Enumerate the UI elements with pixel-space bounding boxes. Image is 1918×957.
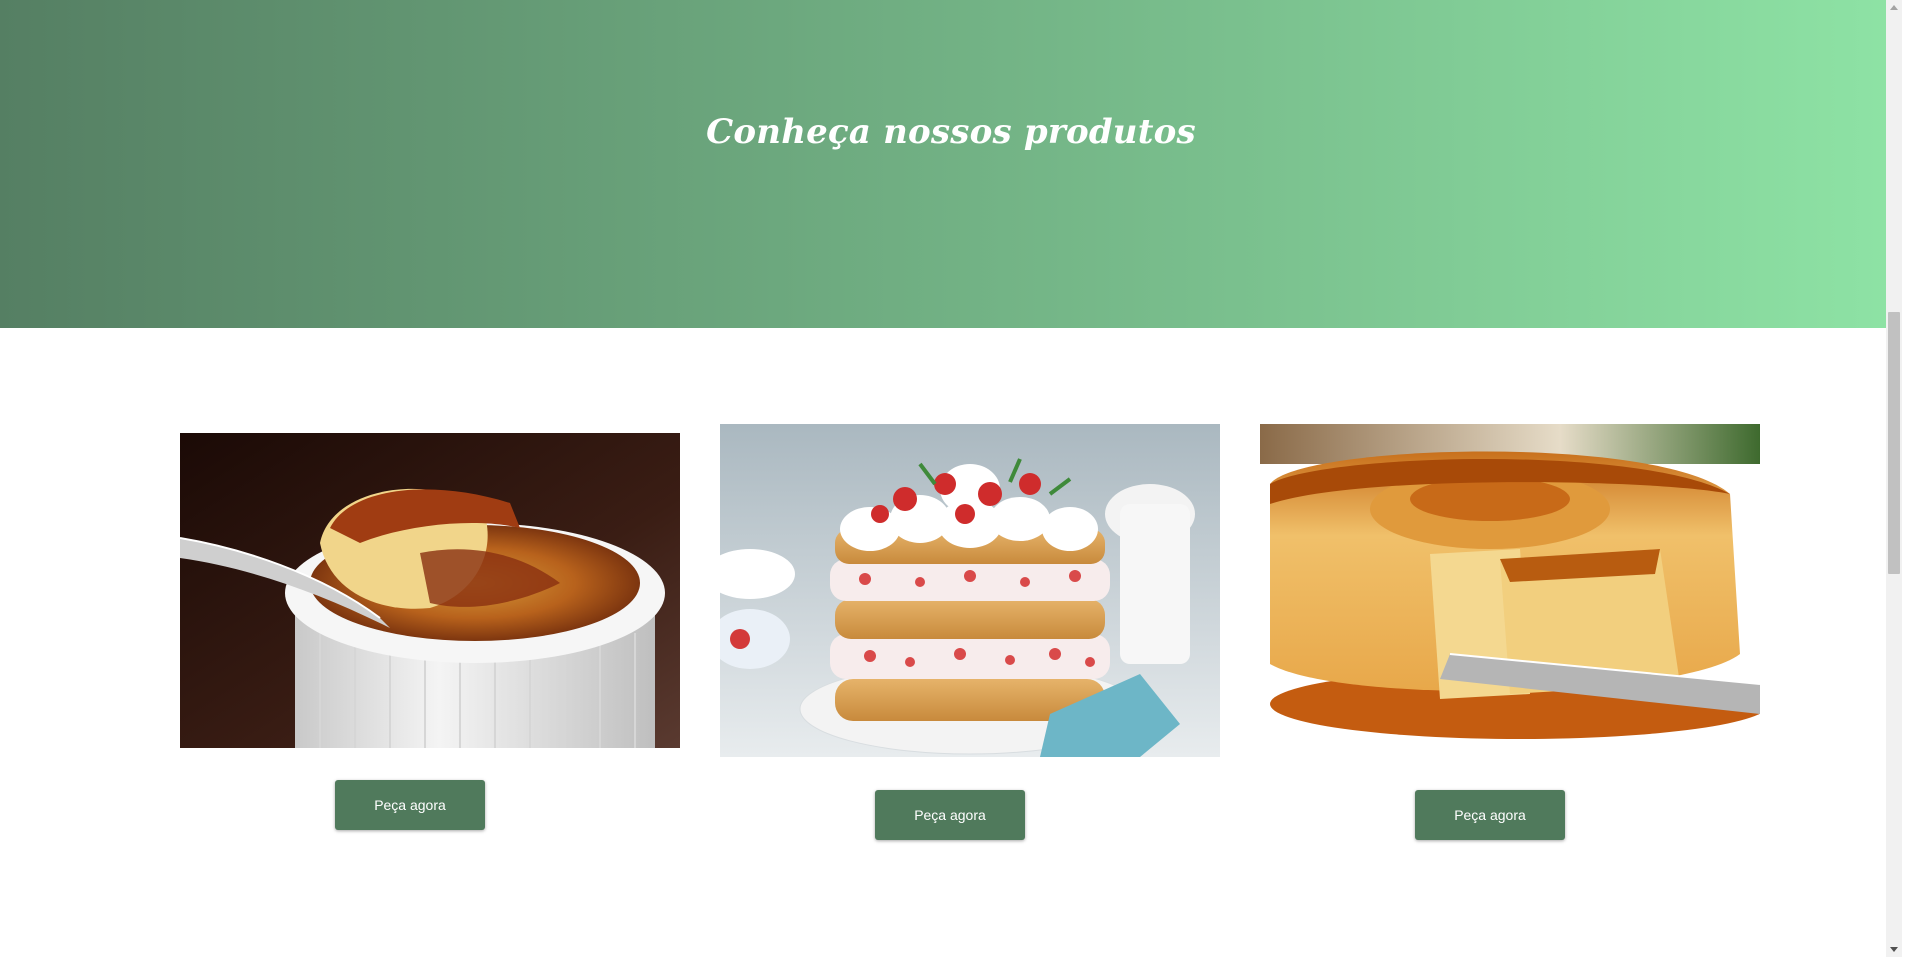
order-button-1[interactable]: Peça agora xyxy=(335,780,485,830)
hero-title: Conheça nossos produtos xyxy=(706,112,1196,152)
creme-brulee-image[interactable] xyxy=(180,433,680,748)
scroll-down-icon[interactable] xyxy=(1890,947,1898,952)
flan-image[interactable] xyxy=(1260,424,1760,757)
order-button-2[interactable]: Peça agora xyxy=(875,790,1025,840)
scrollbar-thumb[interactable] xyxy=(1888,312,1900,574)
strawberry-cake-image[interactable] xyxy=(720,424,1220,757)
vertical-scrollbar[interactable] xyxy=(1886,0,1902,957)
hero-banner: Conheça nossos produtos xyxy=(0,0,1902,328)
page: Conheça nossos produtos Peça agora Peça … xyxy=(0,0,1902,957)
order-button-3[interactable]: Peça agora xyxy=(1415,790,1565,840)
scroll-up-icon[interactable] xyxy=(1890,5,1898,10)
